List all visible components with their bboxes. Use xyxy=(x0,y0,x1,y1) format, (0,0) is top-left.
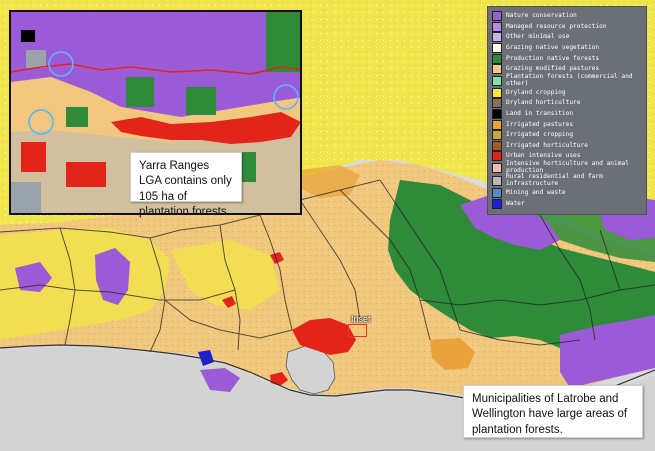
land-use-map-view: Inset Yarra Ranges LGA contains only 105… xyxy=(0,0,655,451)
legend-label: Irrigated horticulture xyxy=(506,141,588,149)
legend-label: Irrigated pastures xyxy=(506,120,574,128)
legend-item: Irrigated cropping xyxy=(492,130,642,141)
legend-swatch xyxy=(492,163,502,174)
main-callout: Municipalities of Latrobe and Wellington… xyxy=(463,385,643,438)
legend-label: Nature conservation xyxy=(506,12,577,20)
legend-swatch xyxy=(492,176,502,187)
legend-item: Production native forests xyxy=(492,53,642,64)
legend-label: Mining and waste xyxy=(506,188,566,196)
inset-green-patch-2 xyxy=(186,87,216,115)
legend-item: Plantation forests (commercial and other… xyxy=(492,73,642,88)
legend-label: Other minimal use xyxy=(506,33,570,41)
legend-swatch xyxy=(492,43,502,54)
legend-label: Production native forests xyxy=(506,54,600,62)
inset-gray-patch-2 xyxy=(11,182,41,213)
legend-swatch xyxy=(492,87,502,98)
inset-marker-box xyxy=(348,324,367,337)
inset-gray-patch xyxy=(26,50,46,68)
legend-swatch xyxy=(492,188,502,199)
legend-list: Nature conservation Managed resource prot… xyxy=(492,11,642,209)
legend-item: Dryland cropping xyxy=(492,87,642,99)
inset-callout: Yarra Ranges LGA contains only 105 ha of… xyxy=(130,152,242,218)
legend-item: Land in transition xyxy=(492,109,642,120)
inset-green-patch-3 xyxy=(66,107,88,127)
legend-label: Land in transition xyxy=(506,109,574,117)
legend-label: Dryland horticulture xyxy=(506,99,581,107)
legend-swatch xyxy=(492,130,502,141)
legend-swatch xyxy=(492,76,502,87)
legend-item: Grazing native vegetation xyxy=(492,43,642,54)
legend-swatch xyxy=(492,53,502,64)
legend-swatch xyxy=(492,151,502,162)
legend-label: Grazing modified pastures xyxy=(506,65,600,73)
legend-label: Dryland cropping xyxy=(506,88,566,96)
legend-item: Irrigated horticulture xyxy=(492,140,642,152)
legend-item: Other minimal use xyxy=(492,32,642,43)
legend-label: Managed resource protection xyxy=(506,22,607,30)
legend-item: Nature conservation xyxy=(492,11,642,22)
legend-item: Irrigated pastures xyxy=(492,119,642,130)
legend-label: Water xyxy=(506,199,525,207)
inset-urban-patch-1 xyxy=(21,142,46,172)
inset-marker-label: Inset xyxy=(351,314,371,324)
legend-item: Rural residential and farm infrastructur… xyxy=(492,173,642,188)
legend-swatch xyxy=(492,11,502,22)
inset-native-forest-ne xyxy=(266,12,300,72)
legend-item: Mining and waste xyxy=(492,188,642,199)
inset-land-transition-patch xyxy=(21,30,35,42)
legend-label: Grazing native vegetation xyxy=(506,43,600,51)
legend-item: Managed resource protection xyxy=(492,21,642,33)
legend-swatch xyxy=(492,198,502,209)
legend-swatch xyxy=(492,119,502,130)
legend-swatch xyxy=(492,109,502,120)
legend-item: Water xyxy=(492,198,642,209)
legend-swatch xyxy=(492,32,502,43)
legend-swatch xyxy=(492,64,502,75)
legend-swatch xyxy=(492,140,502,151)
inset-green-patch-1 xyxy=(126,77,154,107)
legend-label: Plantation forests (commercial and other… xyxy=(506,73,633,88)
legend-item: Dryland horticulture xyxy=(492,98,642,109)
inset-urban-patch-2 xyxy=(66,162,106,187)
land-use-legend: Nature conservation Managed resource prot… xyxy=(487,6,647,215)
legend-label: Irrigated cropping xyxy=(506,131,574,139)
legend-swatch xyxy=(492,21,502,32)
legend-label: Rural residential and farm infrastructur… xyxy=(506,173,603,188)
legend-label: Urban intensive uses xyxy=(506,152,581,160)
legend-swatch xyxy=(492,98,502,109)
